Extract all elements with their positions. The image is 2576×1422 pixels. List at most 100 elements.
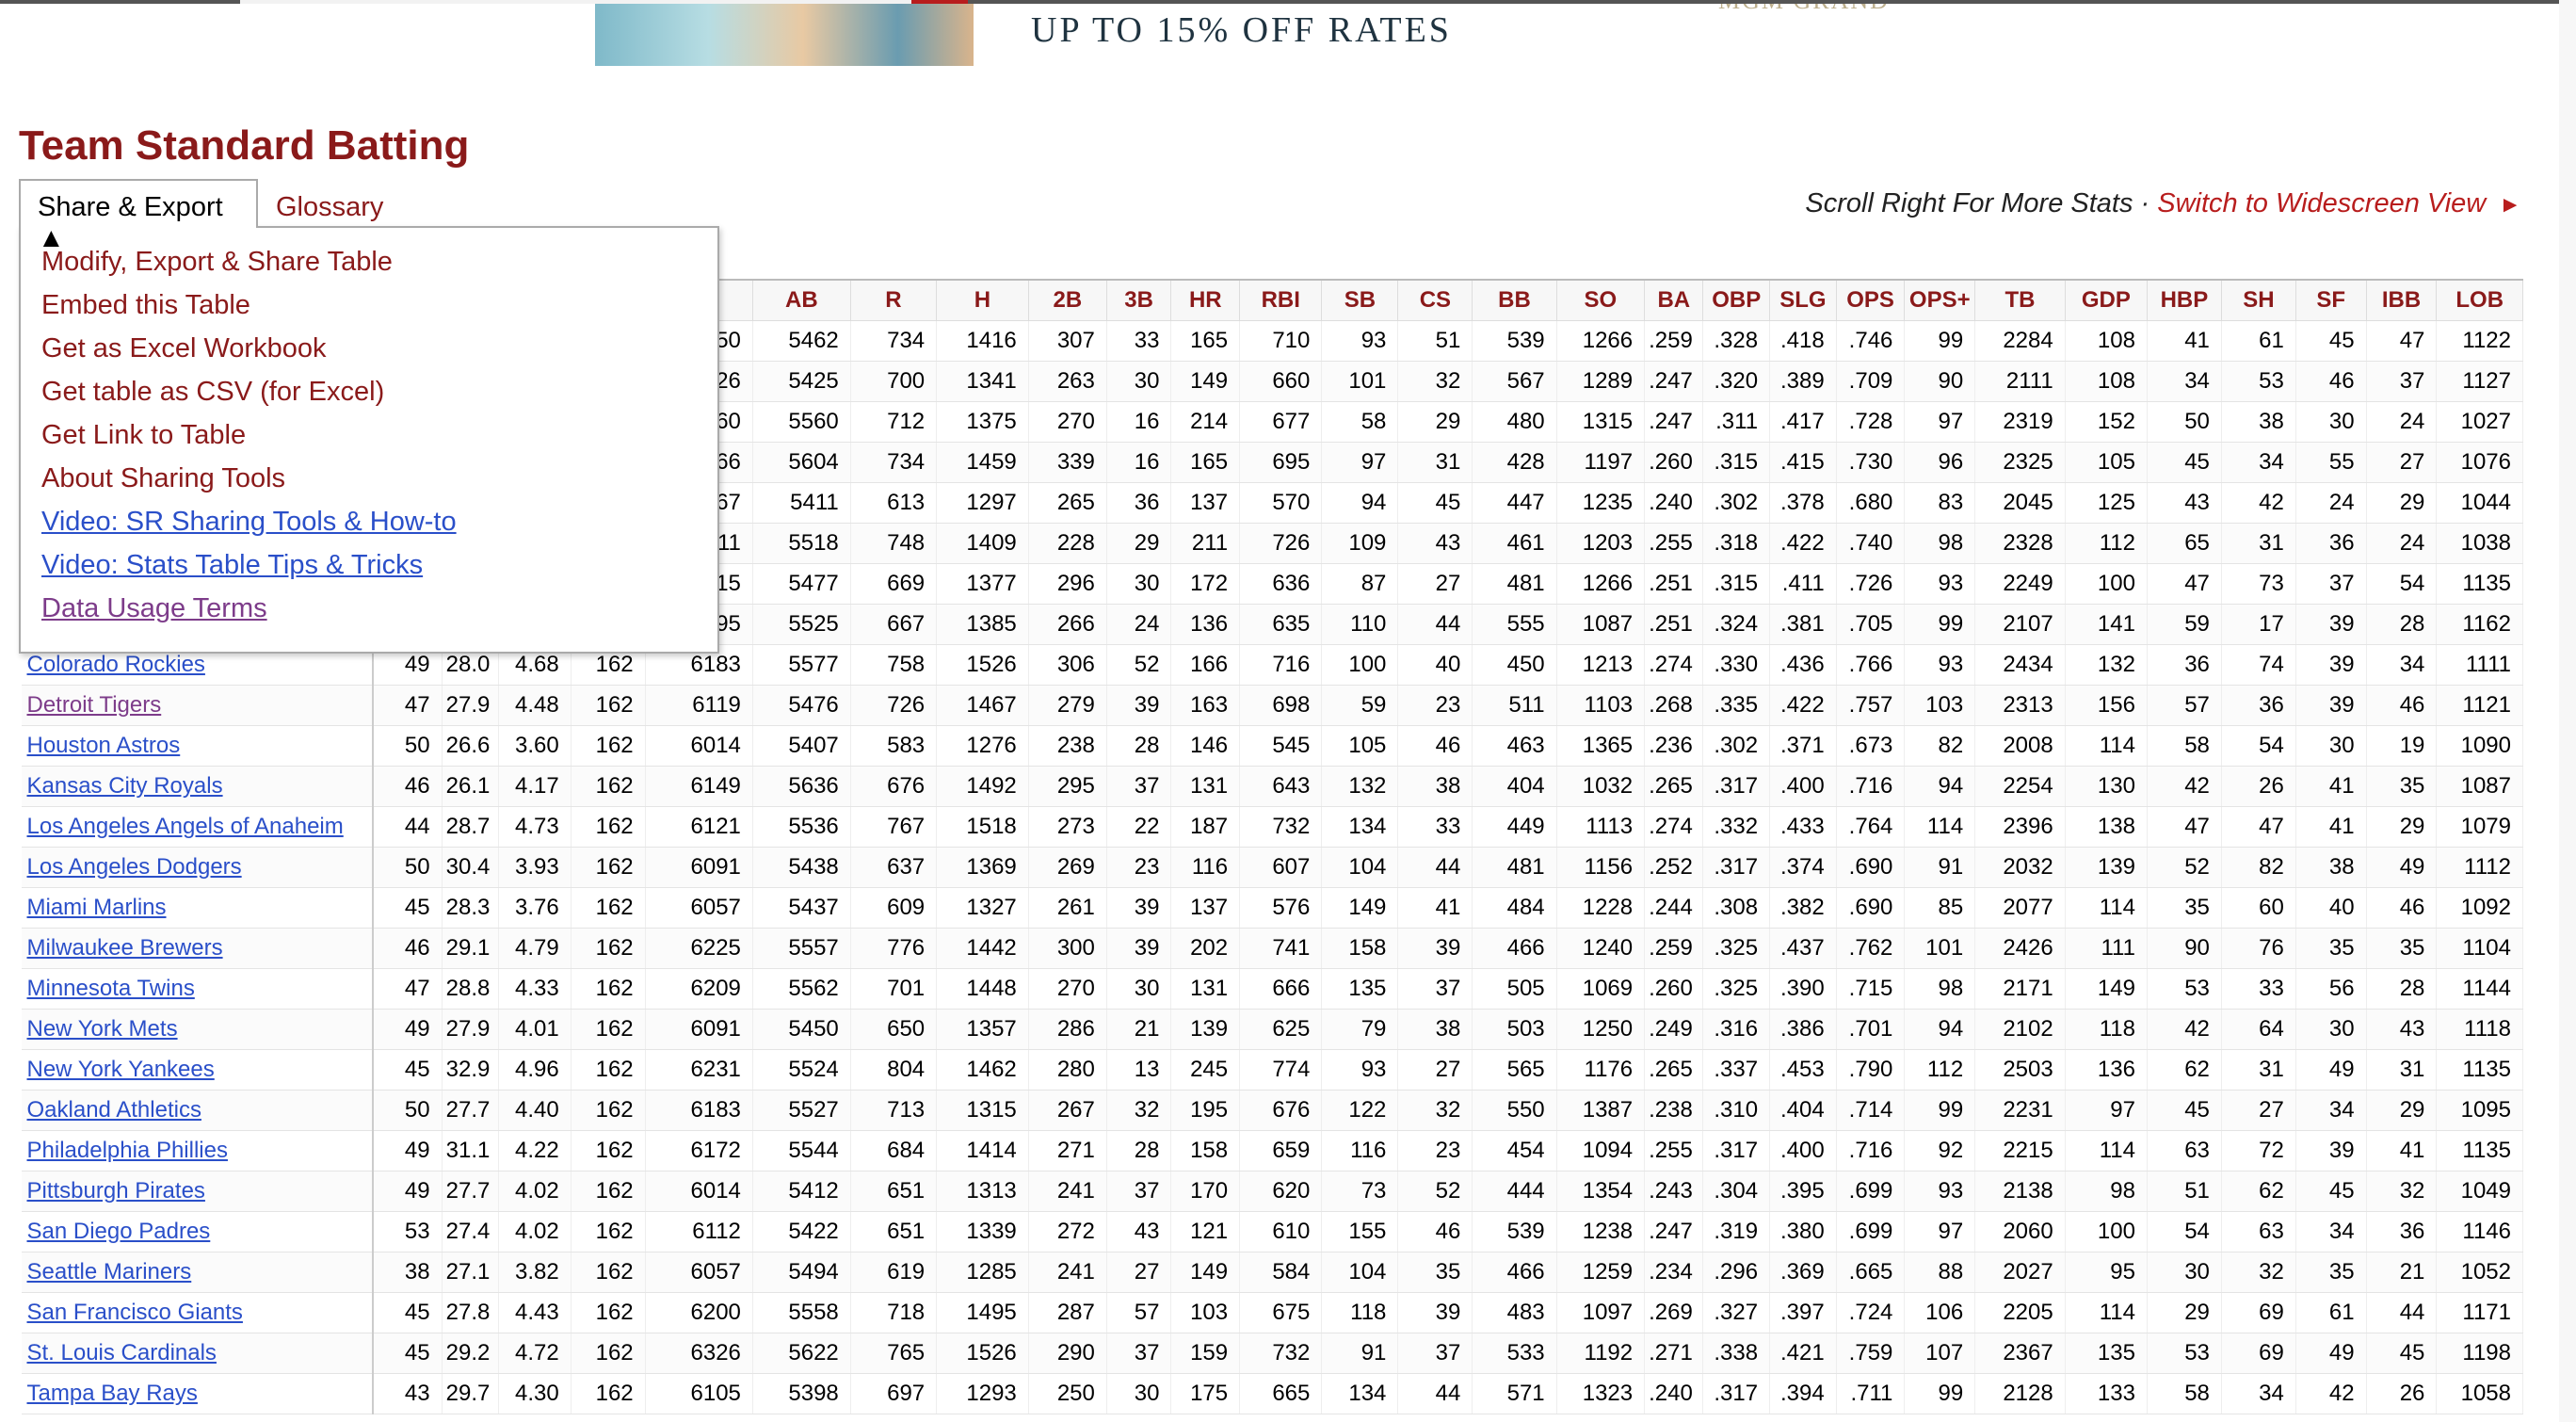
column-header[interactable]: BB bbox=[1472, 279, 1557, 321]
stat-cell: .255 bbox=[1644, 1130, 1704, 1172]
stat-cell: 135 bbox=[2065, 1333, 2148, 1374]
column-header[interactable]: HBP bbox=[2146, 279, 2222, 321]
column-header[interactable]: LOB bbox=[2436, 279, 2523, 321]
ad-text[interactable]: UP TO 15% OFF RATES bbox=[1031, 9, 1452, 51]
stat-cell: 114 bbox=[2065, 1130, 2148, 1172]
stat-cell: 162 bbox=[571, 887, 646, 929]
stat-cell: 100 bbox=[2065, 1211, 2148, 1252]
column-header[interactable]: R bbox=[849, 279, 938, 321]
column-header[interactable]: SB bbox=[1321, 279, 1399, 321]
team-link[interactable]: Los Angeles Angels of Anaheim bbox=[27, 814, 344, 839]
column-header[interactable]: RBI bbox=[1239, 279, 1323, 321]
column-header[interactable]: SLG bbox=[1769, 279, 1837, 321]
vertical-scrollbar[interactable] bbox=[2559, 0, 2576, 1422]
team-link[interactable]: New York Yankees bbox=[27, 1057, 215, 1082]
stat-cell: 50 bbox=[373, 847, 443, 888]
team-link[interactable]: Oakland Athletics bbox=[27, 1097, 201, 1123]
team-link[interactable]: Minnesota Twins bbox=[27, 976, 195, 1001]
stat-cell: 91 bbox=[1321, 1333, 1399, 1374]
stat-cell: .260 bbox=[1644, 968, 1704, 1010]
team-name-cell: Seattle Mariners bbox=[21, 1252, 375, 1293]
column-header[interactable]: SF bbox=[2294, 279, 2367, 321]
column-header[interactable]: 3B bbox=[1105, 279, 1172, 321]
widescreen-view-link[interactable]: Switch to Widescreen View bbox=[2157, 188, 2486, 218]
menu-item[interactable]: Modify, Export & Share Table bbox=[41, 247, 393, 278]
column-header[interactable]: GDP bbox=[2064, 279, 2148, 321]
stat-cell: 267 bbox=[1028, 1090, 1107, 1131]
stat-cell: 100 bbox=[2065, 563, 2148, 605]
column-header[interactable]: IBB bbox=[2365, 279, 2438, 321]
team-link[interactable]: New York Mets bbox=[27, 1016, 178, 1042]
stat-cell: 660 bbox=[1239, 361, 1323, 402]
team-link[interactable]: Seattle Mariners bbox=[27, 1259, 192, 1285]
stat-cell: 19 bbox=[2366, 725, 2438, 767]
stat-cell: 306 bbox=[1028, 644, 1107, 686]
column-header[interactable]: CS bbox=[1397, 279, 1473, 321]
team-link[interactable]: Miami Marlins bbox=[27, 895, 167, 920]
stat-cell: 110 bbox=[1321, 604, 1399, 645]
stat-cell: 2138 bbox=[1974, 1171, 2066, 1212]
stat-cell: 90 bbox=[2147, 928, 2222, 969]
stat-cell: .740 bbox=[1836, 523, 1906, 564]
stat-cell: 13 bbox=[1106, 1049, 1172, 1091]
menu-item[interactable]: Video: SR Sharing Tools & How-to bbox=[41, 507, 457, 538]
stat-cell: 295 bbox=[1028, 766, 1107, 807]
column-header[interactable]: TB bbox=[1974, 279, 2066, 321]
team-link[interactable]: San Diego Padres bbox=[27, 1219, 211, 1244]
menu-item[interactable]: Embed this Table bbox=[41, 290, 250, 321]
stat-cell: 2313 bbox=[1974, 685, 2066, 726]
team-link[interactable]: Kansas City Royals bbox=[27, 773, 223, 799]
team-link[interactable]: Milwaukee Brewers bbox=[27, 935, 223, 961]
team-link[interactable]: Colorado Rockies bbox=[27, 652, 205, 677]
stat-cell: 27 bbox=[1106, 1252, 1172, 1293]
glossary-link[interactable]: Glossary bbox=[276, 192, 383, 223]
stat-cell: 131 bbox=[1170, 766, 1241, 807]
column-header[interactable]: OPS+ bbox=[1904, 279, 1976, 321]
stat-cell: .265 bbox=[1644, 766, 1704, 807]
column-header[interactable]: H bbox=[936, 279, 1029, 321]
stat-cell: 1341 bbox=[936, 361, 1029, 402]
menu-item[interactable]: Get as Excel Workbook bbox=[41, 333, 326, 364]
team-link[interactable]: Pittsburgh Pirates bbox=[27, 1178, 205, 1204]
play-arrow-icon[interactable]: ► bbox=[2499, 192, 2521, 218]
ad-image[interactable] bbox=[595, 0, 974, 66]
column-header[interactable]: SO bbox=[1555, 279, 1646, 321]
stat-cell: 45 bbox=[2147, 1090, 2222, 1131]
column-header[interactable]: 2B bbox=[1027, 279, 1107, 321]
menu-item[interactable]: About Sharing Tools bbox=[41, 463, 285, 494]
table-row: Los Angeles Dodgers 50 30.4 3.93 162 6091 5438… bbox=[21, 847, 2523, 888]
team-link[interactable]: Tampa Bay Rays bbox=[27, 1381, 198, 1406]
stat-cell: 6112 bbox=[645, 1211, 753, 1252]
column-header[interactable]: HR bbox=[1170, 279, 1241, 321]
column-header[interactable]: OBP bbox=[1702, 279, 1771, 321]
column-header[interactable]: OPS bbox=[1835, 279, 1906, 321]
stat-cell: 511 bbox=[1472, 685, 1557, 726]
menu-item[interactable]: Get Link to Table bbox=[41, 420, 246, 451]
share-export-button[interactable]: Share & Export ▲ bbox=[19, 179, 258, 253]
menu-item[interactable]: Data Usage Terms bbox=[41, 593, 267, 624]
stat-cell: .324 bbox=[1702, 604, 1771, 645]
column-header[interactable]: BA bbox=[1644, 279, 1704, 321]
column-header[interactable]: AB bbox=[751, 279, 851, 321]
stat-cell: 2254 bbox=[1974, 766, 2066, 807]
menu-item[interactable]: Video: Stats Table Tips & Tricks bbox=[41, 550, 423, 581]
menu-item[interactable]: Get table as CSV (for Excel) bbox=[41, 377, 384, 408]
stat-cell: 463 bbox=[1472, 725, 1557, 767]
team-link[interactable]: Philadelphia Phillies bbox=[27, 1138, 228, 1163]
column-header[interactable]: SH bbox=[2220, 279, 2296, 321]
stat-cell: 643 bbox=[1239, 766, 1323, 807]
team-link[interactable]: Detroit Tigers bbox=[27, 692, 162, 718]
stat-cell: 21 bbox=[2366, 1252, 2438, 1293]
ad-banner[interactable]: UP TO 15% OFF RATES MGM GRAND bbox=[0, 0, 2576, 66]
stat-cell: 79 bbox=[1321, 1009, 1399, 1050]
team-link[interactable]: St. Louis Cardinals bbox=[27, 1340, 217, 1365]
stat-cell: 136 bbox=[2065, 1049, 2148, 1091]
table-row: San Diego Padres 53 27.4 4.02 162 6112 5422 651… bbox=[21, 1211, 2523, 1252]
stat-cell: 38 bbox=[1397, 766, 1473, 807]
stat-cell: 96 bbox=[1904, 442, 1976, 483]
stat-cell: 570 bbox=[1239, 482, 1323, 524]
team-link[interactable]: Los Angeles Dodgers bbox=[27, 854, 242, 880]
stat-cell: 53 bbox=[2147, 968, 2222, 1010]
team-link[interactable]: San Francisco Giants bbox=[27, 1300, 243, 1325]
team-link[interactable]: Houston Astros bbox=[27, 733, 181, 758]
